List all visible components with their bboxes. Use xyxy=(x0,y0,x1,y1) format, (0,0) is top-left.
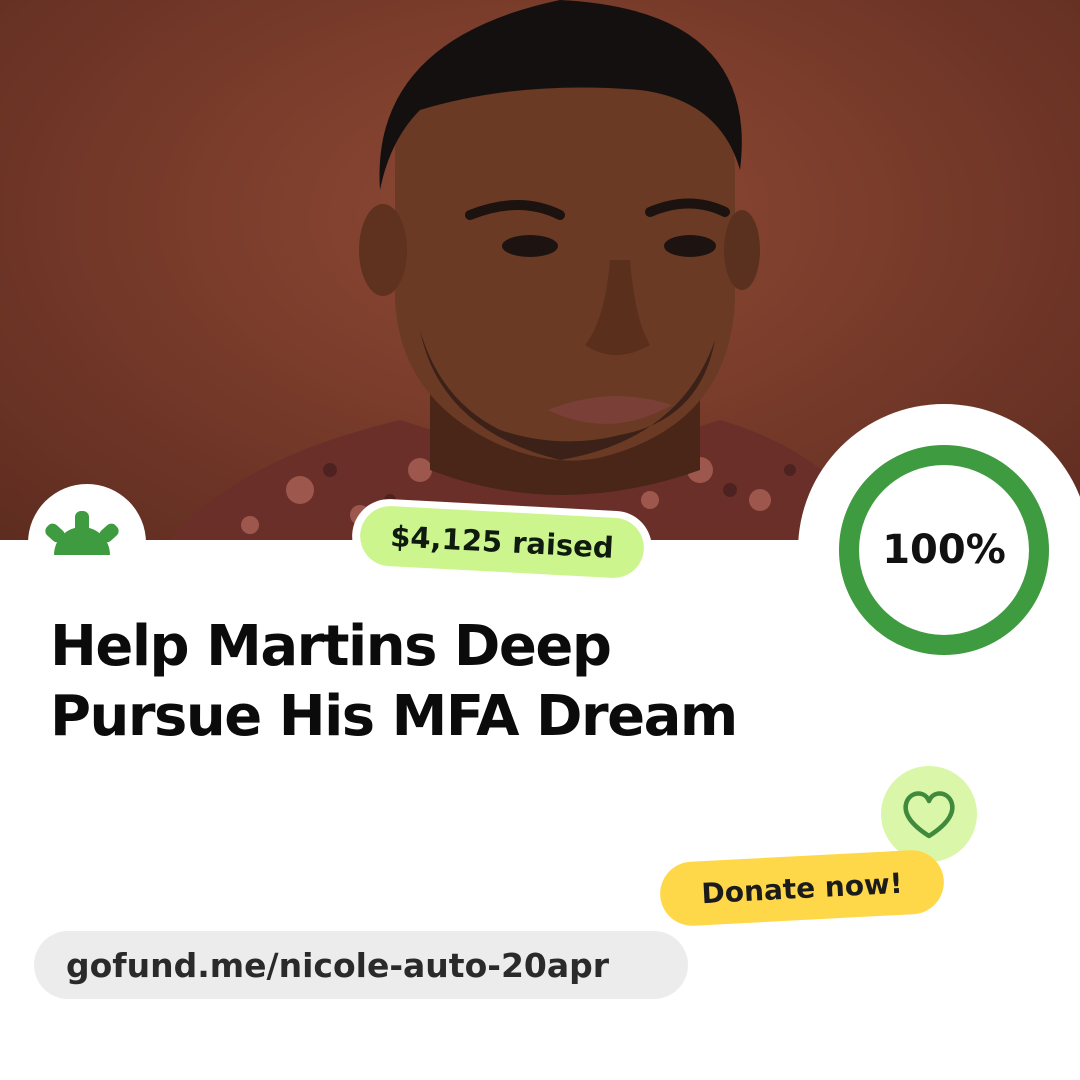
fundraiser-card: 100% $4,125 raised Help Martins Deep Pur… xyxy=(0,0,1080,1080)
heart-icon xyxy=(903,791,955,839)
campaign-title-line-1: Help Martins Deep xyxy=(50,614,612,679)
heart-badge xyxy=(881,766,977,862)
progress-percent: 100% xyxy=(882,527,1006,573)
campaign-link[interactable]: gofund.me/nicole-auto-20apr xyxy=(34,931,688,999)
gofundme-sun-logo-icon xyxy=(45,511,119,555)
raised-amount: $4,125 raised xyxy=(358,504,646,580)
campaign-title: Help Martins Deep Pursue His MFA Dream xyxy=(50,612,770,752)
campaign-title-line-2: Pursue His MFA Dream xyxy=(50,684,738,749)
raised-badge: $4,125 raised xyxy=(350,497,654,587)
